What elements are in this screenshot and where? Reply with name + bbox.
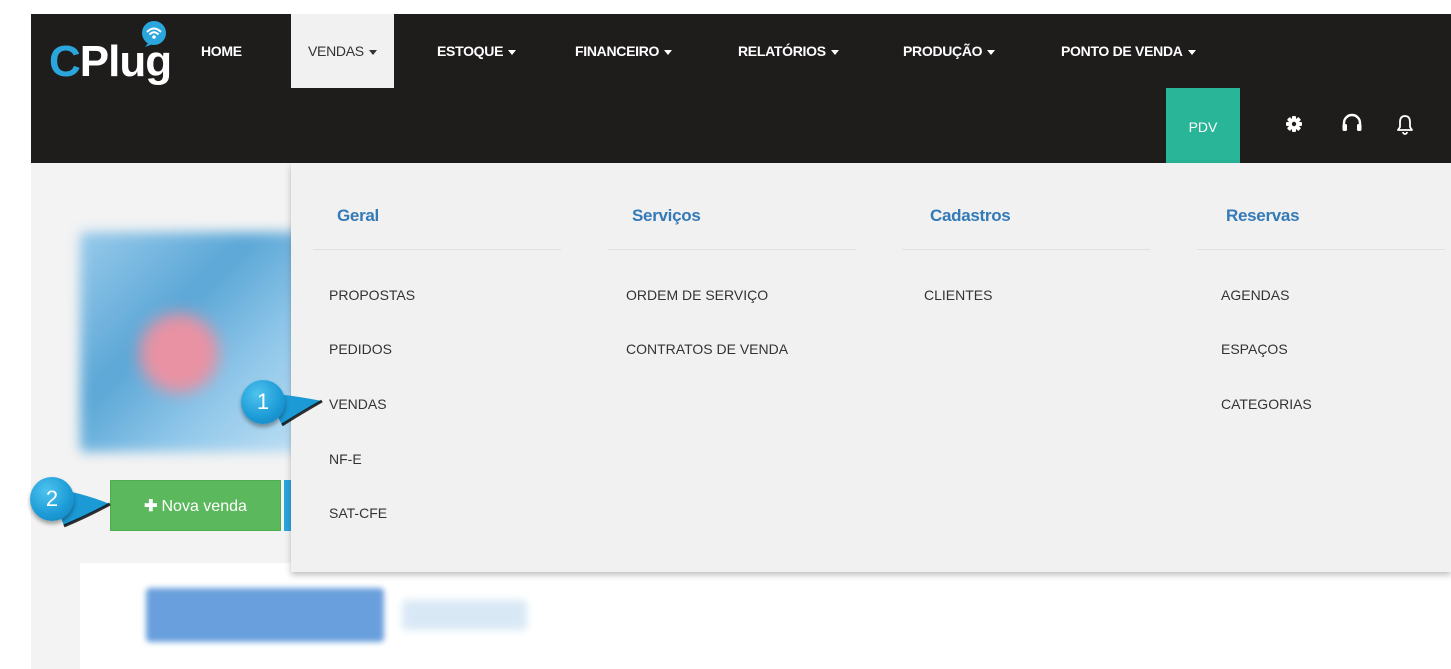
- menu-link-contratos-de-venda[interactable]: CONTRATOS DE VENDA: [626, 341, 788, 357]
- menu-link-propostas[interactable]: PROPOSTAS: [329, 287, 415, 303]
- plus-icon: ✚: [144, 498, 158, 515]
- nav-estoque[interactable]: ESTOQUE: [437, 14, 517, 88]
- column-heading-reservas: Reservas: [1226, 206, 1300, 225]
- nav-financeiro[interactable]: FINANCEIRO: [575, 14, 673, 88]
- nav-home[interactable]: HOME: [201, 14, 242, 88]
- step-callout-1: 1: [241, 380, 285, 424]
- menu-link-agendas[interactable]: AGENDAS: [1221, 287, 1289, 303]
- bell-icon[interactable]: [1392, 111, 1418, 137]
- menu-link-categorias[interactable]: CATEGORIAS: [1221, 396, 1312, 412]
- divider: [1197, 249, 1445, 250]
- blurred-primary-button[interactable]: [146, 588, 384, 642]
- wifi-icon: [142, 21, 166, 47]
- nav-ponto-de-venda[interactable]: PONTO DE VENDA: [1061, 14, 1196, 88]
- top-navbar: CPlug HOME VENDAS ESTOQUE FINANCEIRO REL…: [31, 14, 1451, 163]
- caret-down-icon: [508, 49, 517, 55]
- column-heading-geral: Geral: [337, 206, 379, 225]
- menu-link-espacos[interactable]: ESPAÇOS: [1221, 341, 1288, 357]
- new-sale-label: Nova venda: [161, 498, 247, 515]
- nav-producao[interactable]: PRODUÇÃO: [903, 14, 996, 88]
- caret-down-icon: [368, 49, 377, 55]
- divider: [902, 249, 1150, 250]
- divider: [608, 249, 856, 250]
- caret-down-icon: [664, 49, 673, 55]
- step-callout-2: 2: [30, 477, 74, 521]
- caret-down-icon: [830, 49, 839, 55]
- menu-link-nfe[interactable]: NF-E: [329, 451, 362, 467]
- vendas-dropdown-menu: Geral PROPOSTAS PEDIDOS VENDAS NF-E SAT-…: [291, 163, 1451, 572]
- column-heading-servicos: Serviços: [632, 206, 701, 225]
- gear-icon[interactable]: [1281, 111, 1307, 137]
- column-heading-cadastros: Cadastros: [930, 206, 1011, 225]
- caret-down-icon: [987, 49, 996, 55]
- caret-down-icon: [1187, 49, 1196, 55]
- menu-link-pedidos[interactable]: PEDIDOS: [329, 341, 392, 357]
- app-screen: ✚ Nova venda CPlug HOME VENDAS ESTOQUE FI…: [0, 0, 1451, 669]
- menu-link-clientes[interactable]: CLIENTES: [924, 287, 992, 303]
- cplug-logo[interactable]: CPlug: [49, 18, 179, 94]
- nav-vendas[interactable]: VENDAS: [291, 14, 394, 88]
- pdv-button[interactable]: PDV: [1166, 88, 1240, 163]
- divider: [313, 249, 561, 250]
- headset-icon[interactable]: [1339, 111, 1365, 137]
- menu-link-ordem-de-servico[interactable]: ORDEM DE SERVIÇO: [626, 287, 768, 303]
- menu-link-vendas[interactable]: VENDAS: [329, 396, 387, 412]
- new-sale-button[interactable]: ✚ Nova venda: [110, 480, 281, 531]
- menu-link-sat-cfe[interactable]: SAT-CFE: [329, 505, 387, 521]
- nav-relatorios[interactable]: RELATÓRIOS: [738, 14, 839, 88]
- blurred-secondary-button[interactable]: [402, 600, 527, 630]
